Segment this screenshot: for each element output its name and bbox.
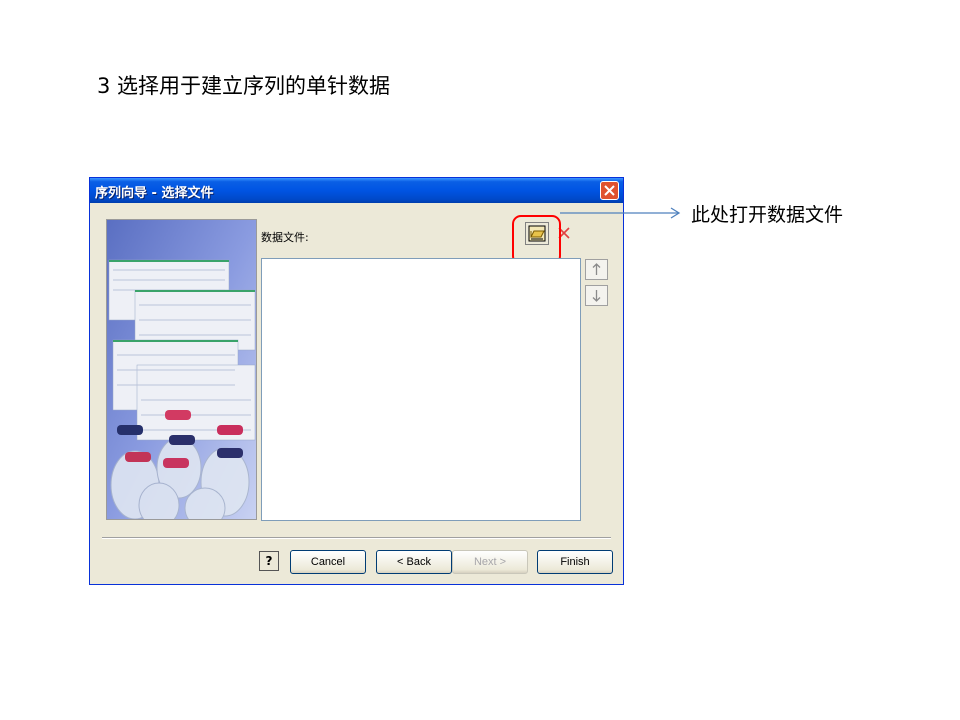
dialog-title: 序列向导 - 选择文件 [95,186,214,201]
sequence-wizard-dialog: 序列向导 - 选择文件 数据文件: ? Cancel < Back Next >… [89,177,624,585]
move-up-button[interactable] [585,259,608,280]
help-button[interactable]: ? [259,551,279,571]
wizard-image [106,219,257,529]
data-file-list[interactable] [261,258,581,521]
separator [102,537,611,539]
close-icon [604,185,615,196]
callout-arrow [560,207,681,219]
finish-button[interactable]: Finish [537,550,613,574]
back-button[interactable]: < Back [376,550,452,574]
data-files-label: 数据文件: [261,231,309,244]
dialog-titlebar: 序列向导 - 选择文件 [90,178,623,203]
slide-title: 3 选择用于建立序列的单针数据 [97,74,391,98]
cancel-button[interactable]: Cancel [290,550,366,574]
move-down-button[interactable] [585,285,608,306]
arrow-up-icon [592,263,601,275]
arrow-down-icon [592,290,601,302]
callout-text: 此处打开数据文件 [691,204,844,226]
next-button[interactable]: Next > [452,550,528,574]
close-button[interactable] [600,181,619,200]
